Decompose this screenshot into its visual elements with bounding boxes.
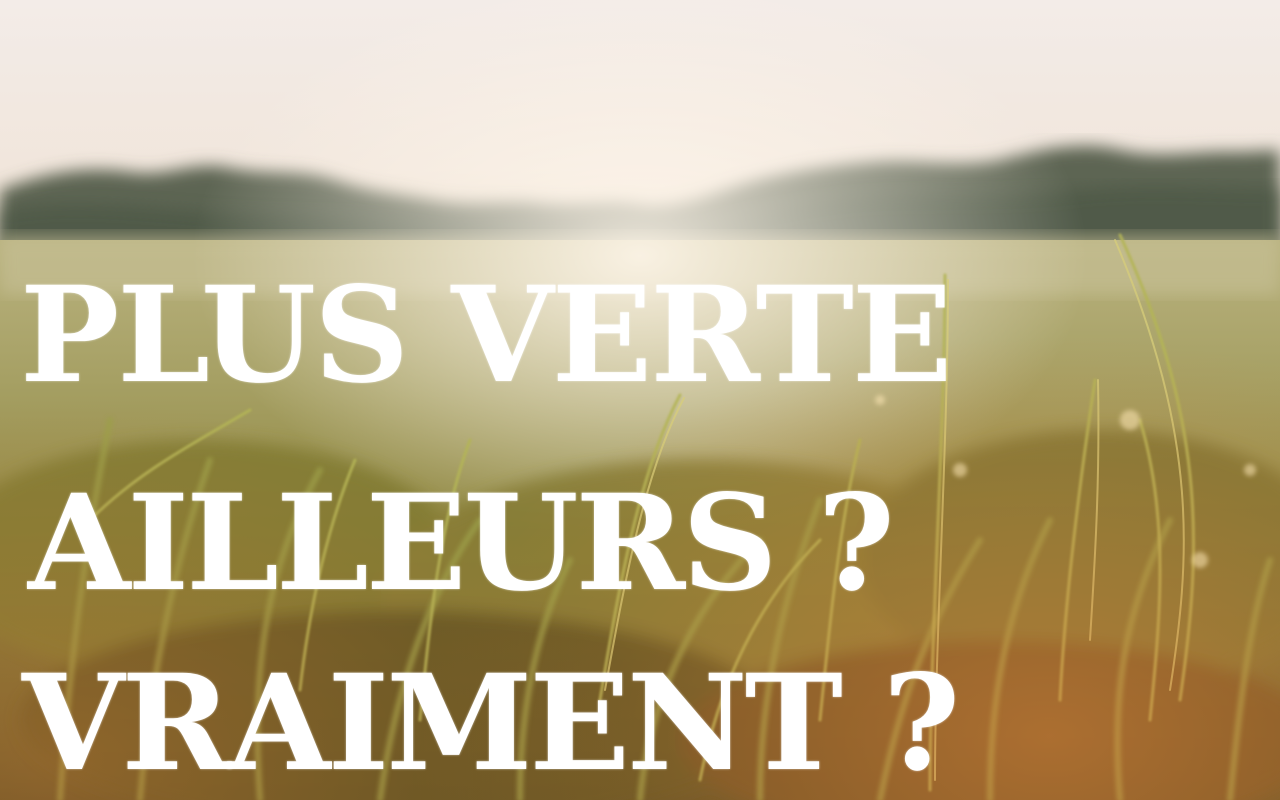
grass-field-photo [0,0,1280,800]
hero-image: PLUS VERTE AILLEURS ? VRAIMENT ? [0,0,1280,800]
